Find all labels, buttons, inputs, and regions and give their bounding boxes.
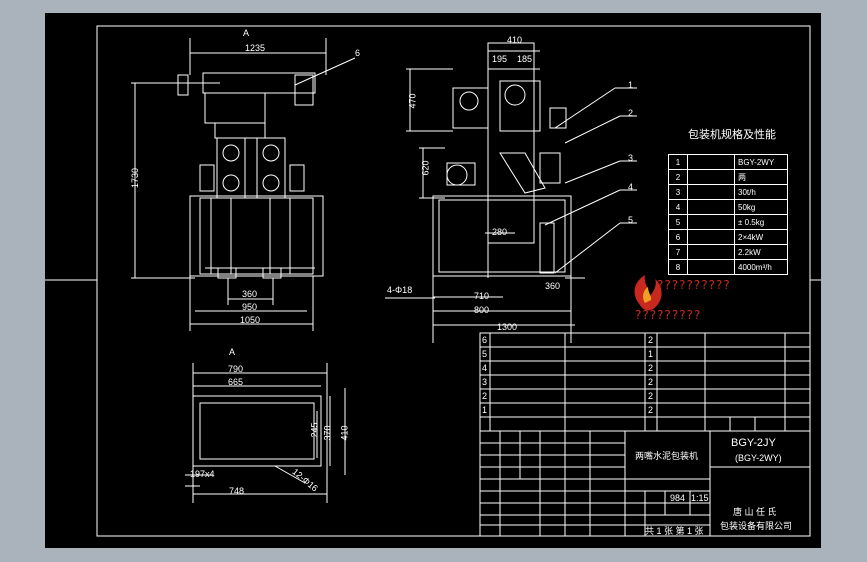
plan-dim-w1: 790 (228, 364, 244, 374)
callout-2: 2 (628, 108, 634, 118)
spec-value: 4000m³/h (734, 259, 788, 275)
plan-dim-d1: 197x4 (190, 469, 215, 479)
company-line-1: 唐 山 任 氏 (733, 507, 777, 517)
company-line-2: 包装设备有限公司 (720, 521, 793, 531)
spec-value: 2×4kW (734, 229, 788, 245)
spec-value: 50kg (734, 199, 788, 215)
front-dim-w1: 360 (242, 289, 258, 299)
spec-value: BGY-2WY (734, 154, 788, 170)
bom-num: 2 (482, 391, 488, 401)
front-dim-w2: 950 (242, 302, 258, 312)
spec-title: 包装机规格及性能 (688, 129, 776, 141)
plan-dim-h3: 410 (339, 425, 350, 441)
spec-value: ± 0.5kg (734, 214, 788, 230)
callout-4: 4 (628, 182, 634, 192)
bom-qty: 2 (648, 405, 654, 415)
front-view (131, 38, 356, 331)
side-dim-bolt: 4-Φ18 (387, 285, 413, 295)
bom-qty: 2 (648, 391, 654, 401)
front-view-marker-a: A (243, 28, 250, 38)
spec-row: 8 4000m³/h (668, 259, 788, 275)
plan-dim-h2: 370 (322, 425, 333, 441)
bom-num: 6 (482, 335, 488, 345)
bom-qty: 2 (648, 377, 654, 387)
side-dim-h2: 620 (420, 160, 431, 176)
spec-row: 2两 (668, 169, 788, 185)
plan-dim-h1: 245 (309, 422, 320, 438)
bom-num: 1 (482, 405, 488, 415)
side-dim-w3: 1300 (497, 322, 518, 332)
spec-row: 5 ± 0.5kg (668, 214, 788, 230)
spec-value: 2.2kW (734, 244, 788, 260)
spec-row: 4 50kg (668, 199, 788, 215)
callout-1: 1 (628, 80, 634, 90)
front-dim-height: 1730 (130, 167, 141, 189)
plan-dim-w2: 665 (228, 377, 244, 387)
bom-qty: 1 (648, 349, 654, 359)
side-dim-sub1: 195 (492, 54, 508, 64)
spec-row: 6 2×4kW (668, 229, 788, 245)
spec-label (687, 169, 735, 185)
sheet-info: 共 1 张 第 1 张 (645, 526, 704, 536)
spec-value: 30t/h (734, 184, 788, 200)
spec-label (687, 244, 735, 260)
callout-3: 3 (628, 153, 634, 163)
bom-num: 3 (482, 377, 488, 387)
spec-num: 3 (668, 184, 688, 200)
spec-num: 7 (668, 244, 688, 260)
spec-num: 4 (668, 199, 688, 215)
front-dim-top: 1235 (245, 43, 266, 53)
spec-table: 1 BGY-2WY 2两 3 30t/h 4 50kg 5 ± 0.5kg 6 2×4kW… (668, 154, 788, 275)
bom-num: 4 (482, 363, 488, 373)
side-dim-top: 410 (507, 35, 523, 45)
spec-label (687, 259, 735, 275)
drawing-frame: A 1235 1730 360 950 1050 6 410 195 185 4… (45, 13, 821, 548)
bom-num: 5 (482, 349, 488, 359)
side-dim-mid: 280 (492, 227, 508, 237)
plan-view (185, 363, 346, 503)
side-dim-w1: 710 (474, 291, 490, 301)
callout-5: 5 (628, 215, 634, 225)
plan-dim-w3: 748 (229, 486, 245, 496)
spec-num: 6 (668, 229, 688, 245)
side-dim-h1: 470 (407, 93, 418, 109)
spec-row: 1 BGY-2WY (668, 154, 788, 170)
spec-num: 1 (668, 154, 688, 170)
spec-value: 两 (734, 169, 788, 185)
side-dim-sub2: 185 (517, 54, 533, 64)
spec-label (687, 199, 735, 215)
bom-qty: 2 (648, 335, 654, 345)
spec-row: 3 30t/h (668, 184, 788, 200)
spec-label (687, 229, 735, 245)
spec-num: 2 (668, 169, 688, 185)
side-dim-r: 360 (545, 281, 561, 291)
scale: 1:15 (691, 493, 709, 503)
spec-num: 5 (668, 214, 688, 230)
logo-line-1: ?????????? (657, 278, 731, 292)
spec-label (687, 184, 735, 200)
front-dim-w3: 1050 (240, 315, 261, 325)
weight: 984 (670, 493, 686, 503)
model-number: BGY-2JY (731, 437, 776, 449)
side-view (385, 42, 637, 343)
spec-label (687, 214, 735, 230)
spec-num: 8 (668, 259, 688, 275)
callout-6: 6 (355, 48, 361, 58)
plan-view-marker-a: A (229, 347, 236, 357)
spec-row: 7 2.2kW (668, 244, 788, 260)
product-name: 两嘴水泥包装机 (635, 451, 699, 461)
logo-line-2: ????????? (635, 308, 702, 322)
model-sub: (BGY-2WY) (735, 453, 782, 463)
side-dim-w2: 800 (474, 305, 490, 315)
spec-label (687, 154, 735, 170)
bom-qty: 2 (648, 363, 654, 373)
